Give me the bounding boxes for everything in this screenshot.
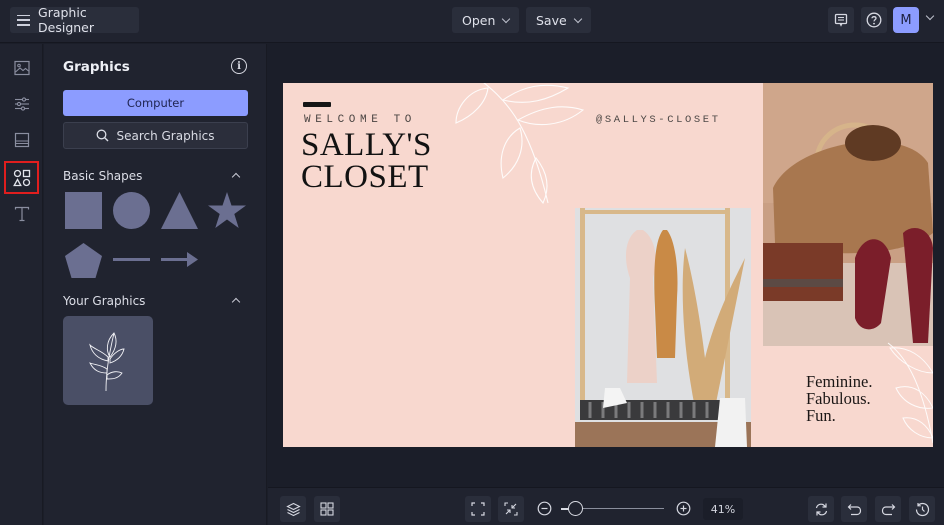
info-icon[interactable]: i xyxy=(231,58,247,74)
actual-size-button[interactable] xyxy=(498,496,524,522)
rail-item-graphics[interactable] xyxy=(4,161,39,194)
grid-icon xyxy=(320,502,334,516)
clothing-rack-image xyxy=(575,208,751,447)
bottom-toolbar: 41% xyxy=(268,487,944,525)
shapes-icon xyxy=(12,169,30,186)
undo-icon xyxy=(847,503,861,515)
app-title: Graphic Designer xyxy=(38,5,95,35)
help-icon xyxy=(866,12,882,28)
title-text[interactable]: SALLY'S CLOSET xyxy=(301,127,432,195)
rail-item-adjustments[interactable] xyxy=(6,88,38,120)
chevron-down-icon xyxy=(502,14,511,23)
undo-button[interactable] xyxy=(841,496,867,522)
search-icon xyxy=(97,129,109,142)
panel-title: Graphics xyxy=(63,59,130,75)
rail-item-layouts[interactable] xyxy=(6,124,38,156)
tagline-line-3: Fun. xyxy=(806,406,836,425)
shape-star[interactable] xyxy=(208,192,246,229)
design-artboard[interactable]: WELCOME TO SALLY'S CLOSET @SALLYS-CLOSET xyxy=(283,83,933,447)
open-dropdown[interactable]: Open xyxy=(452,7,520,33)
leaf-decoration-corner-icon xyxy=(887,342,933,444)
fit-to-screen-button[interactable] xyxy=(465,496,491,522)
text-icon xyxy=(14,206,30,222)
clothing-rack-photo[interactable] xyxy=(575,208,751,447)
basic-shapes-collapse-icon[interactable] xyxy=(231,172,241,182)
account-chevron-down-icon[interactable] xyxy=(925,11,935,21)
welcome-text[interactable]: WELCOME TO xyxy=(304,114,416,126)
refresh-button[interactable] xyxy=(808,496,834,522)
left-tool-rail xyxy=(0,44,43,525)
zoom-percent-field[interactable]: 41% xyxy=(703,498,743,520)
graphics-panel: Graphics i Computer Search Graphics Basi… xyxy=(44,44,267,525)
tagline-text[interactable]: Feminine. Fabulous. Fun. xyxy=(806,373,872,424)
save-dropdown[interactable]: Save xyxy=(526,7,591,33)
comments-button[interactable] xyxy=(828,7,854,33)
shape-arrow[interactable] xyxy=(161,251,198,268)
image-icon xyxy=(14,60,30,76)
expand-icon xyxy=(471,502,485,516)
shape-square[interactable] xyxy=(65,192,102,229)
rail-item-images[interactable] xyxy=(6,52,38,84)
your-graphics-heading: Your Graphics xyxy=(63,294,146,308)
social-handle-text[interactable]: @SALLYS-CLOSET xyxy=(596,114,721,126)
title-line-1: SALLY'S xyxy=(301,127,432,163)
wicker-bag-image xyxy=(763,83,933,346)
redo-button[interactable] xyxy=(875,496,901,522)
zoom-out-icon[interactable] xyxy=(537,501,552,516)
shape-triangle[interactable] xyxy=(161,192,198,229)
layers-icon xyxy=(285,502,301,516)
decorative-bar xyxy=(303,102,331,107)
layout-icon xyxy=(14,132,30,148)
history-icon xyxy=(915,502,929,516)
tagline-line-2: Fabulous. xyxy=(806,389,871,408)
shape-line[interactable] xyxy=(113,258,150,261)
save-label: Save xyxy=(536,12,567,28)
leaf-branch-icon xyxy=(89,331,125,391)
leaf-decoration-icon xyxy=(455,83,585,205)
search-graphics-button[interactable]: Search Graphics xyxy=(63,122,248,149)
basic-shapes-heading: Basic Shapes xyxy=(63,169,143,183)
upload-from-computer-button[interactable]: Computer xyxy=(63,90,248,116)
rail-item-text[interactable] xyxy=(6,198,38,230)
shape-pentagon[interactable] xyxy=(65,243,102,278)
title-line-2: CLOSET xyxy=(301,159,429,195)
zoom-percent-value: 41% xyxy=(710,502,736,516)
your-graphics-collapse-icon[interactable] xyxy=(231,297,241,307)
help-button[interactable] xyxy=(861,7,887,33)
comment-icon xyxy=(834,13,848,27)
zoom-in-icon[interactable] xyxy=(676,501,691,516)
search-graphics-label: Search Graphics xyxy=(116,128,215,143)
app-menu-button[interactable]: Graphic Designer xyxy=(10,5,139,35)
open-label: Open xyxy=(462,12,496,28)
user-avatar-button[interactable]: M xyxy=(893,7,919,33)
refresh-icon xyxy=(815,503,827,515)
grid-button[interactable] xyxy=(314,496,340,522)
layers-button[interactable] xyxy=(280,496,306,522)
tagline-line-1: Feminine. xyxy=(806,372,873,391)
your-graphic-item[interactable] xyxy=(63,316,153,405)
chevron-down-icon xyxy=(573,14,582,23)
zoom-slider-handle[interactable] xyxy=(568,501,583,516)
redo-icon xyxy=(881,503,895,515)
history-button[interactable] xyxy=(909,496,935,522)
computer-label: Computer xyxy=(126,96,185,110)
avatar-initial: M xyxy=(900,12,912,28)
collapse-icon xyxy=(504,502,518,516)
hamburger-menu-icon xyxy=(17,14,31,26)
sliders-icon xyxy=(15,97,29,111)
wicker-bag-shoes-photo[interactable] xyxy=(763,83,933,346)
top-bar: Graphic Designer Open Save M xyxy=(0,0,944,43)
shape-circle[interactable] xyxy=(113,192,150,229)
